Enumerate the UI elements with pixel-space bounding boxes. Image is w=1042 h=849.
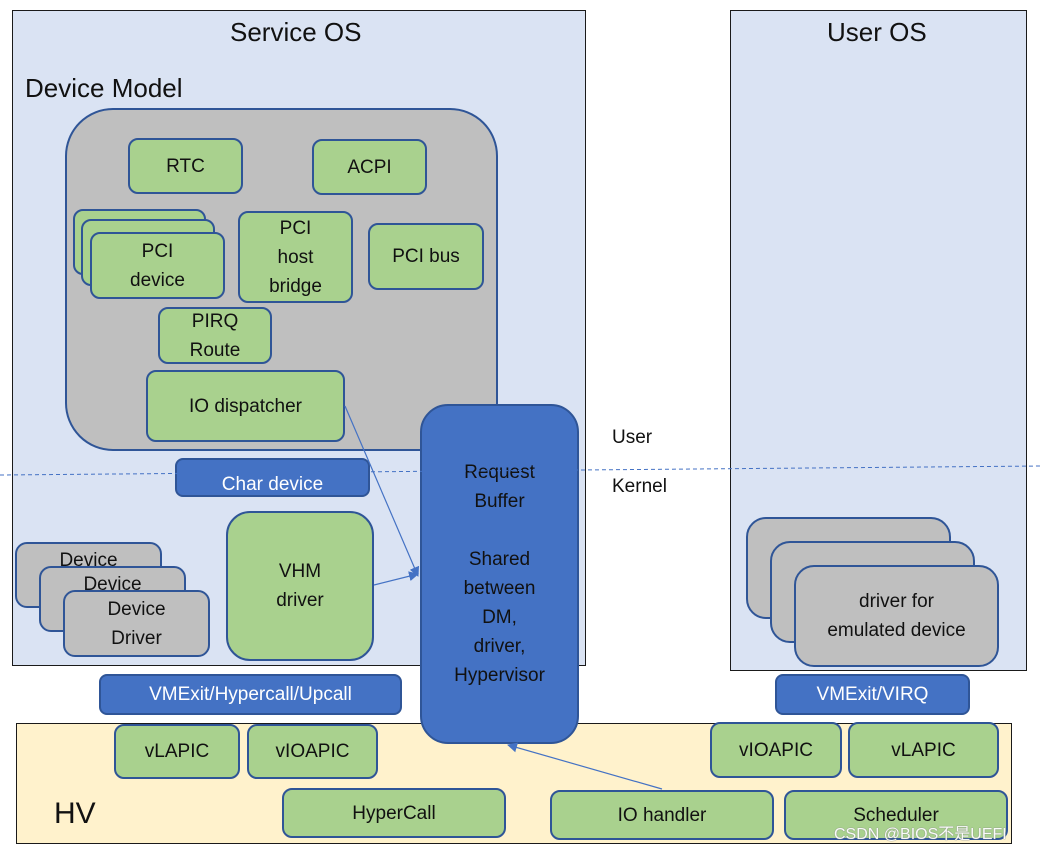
pci-bus-label: PCI bus — [392, 246, 460, 267]
request-buffer: Request Buffer Shared between DM, driver… — [420, 404, 579, 744]
hv-vlapic-left-label: vLAPIC — [144, 741, 210, 762]
sos-hv-interface-label: VMExit/Hypercall/Upcall — [149, 683, 352, 705]
pci-host-bridge-label: PCI host bridge — [269, 217, 322, 297]
char-device-block: Char device — [175, 458, 370, 497]
char-device-label: Char device — [221, 473, 324, 495]
device-model-title: Device Model — [25, 73, 183, 103]
io-dispatcher-label: IO dispatcher — [189, 395, 302, 417]
pci-device-component: PCI device — [90, 232, 225, 299]
uos-driver-for-emulated-device: driver for emulated device — [794, 565, 999, 667]
acpi-label: ACPI — [347, 156, 392, 178]
device-driver-label: Device Driver — [107, 598, 166, 649]
request-buffer-description: Shared between DM, driver, Hypervisor — [454, 549, 545, 686]
pci-host-bridge-component: PCI host bridge — [238, 211, 353, 303]
hv-vlapic-right-label: vLAPIC — [891, 739, 956, 761]
user-mode-label: User — [612, 427, 653, 448]
uos-hv-interface-label: VMExit/VIRQ — [816, 683, 929, 705]
io-dispatcher-component: IO dispatcher — [146, 370, 345, 442]
pirq-route-component: PIRQ Route — [158, 307, 272, 364]
hv-vioapic-right: vIOAPIC — [710, 722, 842, 778]
vhm-driver-label: VHM driver — [276, 561, 324, 611]
hv-io-handler-label: IO handler — [617, 804, 707, 826]
watermark: CSDN @BIOS不是UEFI — [834, 826, 1007, 843]
hv-vioapic-right-label: vIOAPIC — [739, 739, 813, 761]
rtc-component: RTC — [128, 138, 243, 194]
hv-io-handler: IO handler — [550, 790, 774, 840]
hv-vioapic-left: vIOAPIC — [247, 724, 378, 779]
rtc-label: RTC — [166, 155, 205, 177]
hv-title: HV — [54, 797, 96, 830]
hv-hypercall-label: HyperCall — [352, 802, 436, 824]
sos-hv-interface: VMExit/Hypercall/Upcall — [99, 674, 402, 715]
uos-hv-interface: VMExit/VIRQ — [775, 674, 970, 715]
service-os-title: Service OS — [230, 17, 362, 47]
pirq-route-label: PIRQ Route — [189, 310, 241, 361]
hv-vlapic-left: vLAPIC — [114, 724, 240, 779]
hv-vlapic-right: vLAPIC — [848, 722, 999, 778]
kernel-mode-label: Kernel — [612, 476, 667, 497]
pci-bus-component: PCI bus — [368, 223, 484, 290]
user-os-title: User OS — [827, 17, 927, 47]
acpi-component: ACPI — [312, 139, 427, 195]
request-buffer-title: Request Buffer — [464, 462, 535, 512]
hv-hypercall: HyperCall — [282, 788, 506, 838]
vhm-driver-component: VHM driver — [226, 511, 374, 661]
hv-vioapic-left-label: vIOAPIC — [275, 741, 350, 762]
uos-driver-label: driver for emulated device — [827, 591, 966, 641]
pci-device-label: PCI device — [130, 240, 185, 291]
device-driver-component: Device Driver — [63, 590, 210, 657]
